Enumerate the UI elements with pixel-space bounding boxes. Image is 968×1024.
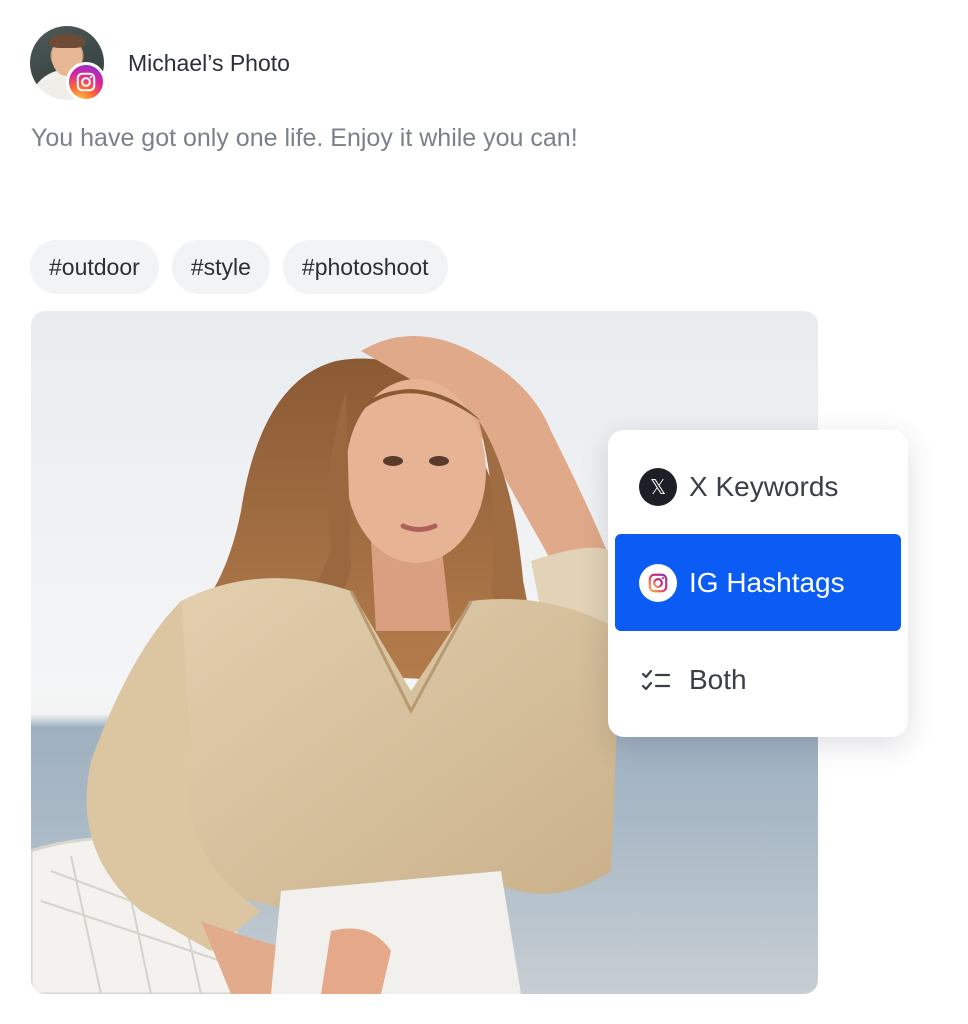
hashtag-chip[interactable]: #photoshoot <box>282 240 448 294</box>
option-x-keywords[interactable]: 𝕏 X Keywords <box>615 438 901 535</box>
hashtag-chip[interactable]: #outdoor <box>30 240 159 294</box>
pants <box>271 871 521 994</box>
option-label: X Keywords <box>689 470 839 502</box>
avatar-hair <box>49 34 85 48</box>
hashtag-list: #outdoor #style #photoshoot <box>30 240 448 294</box>
hashtag-source-dropdown: 𝕏 X Keywords IG Hashtags Both <box>608 430 908 737</box>
x-logo-icon: 𝕏 <box>639 467 677 506</box>
hashtag-chip[interactable]: #style <box>171 240 270 294</box>
face <box>346 379 486 563</box>
user-name[interactable]: Michael’s Photo <box>128 50 290 77</box>
instagram-icon <box>639 563 677 602</box>
option-ig-hashtags[interactable]: IG Hashtags <box>615 534 901 631</box>
option-label: Both <box>689 663 747 695</box>
instagram-icon <box>66 62 106 102</box>
checklist-icon <box>639 665 673 695</box>
post-caption: You have got only one life. Enjoy it whi… <box>31 124 578 152</box>
option-label: IG Hashtags <box>689 566 845 598</box>
option-both[interactable]: Both <box>615 631 901 728</box>
